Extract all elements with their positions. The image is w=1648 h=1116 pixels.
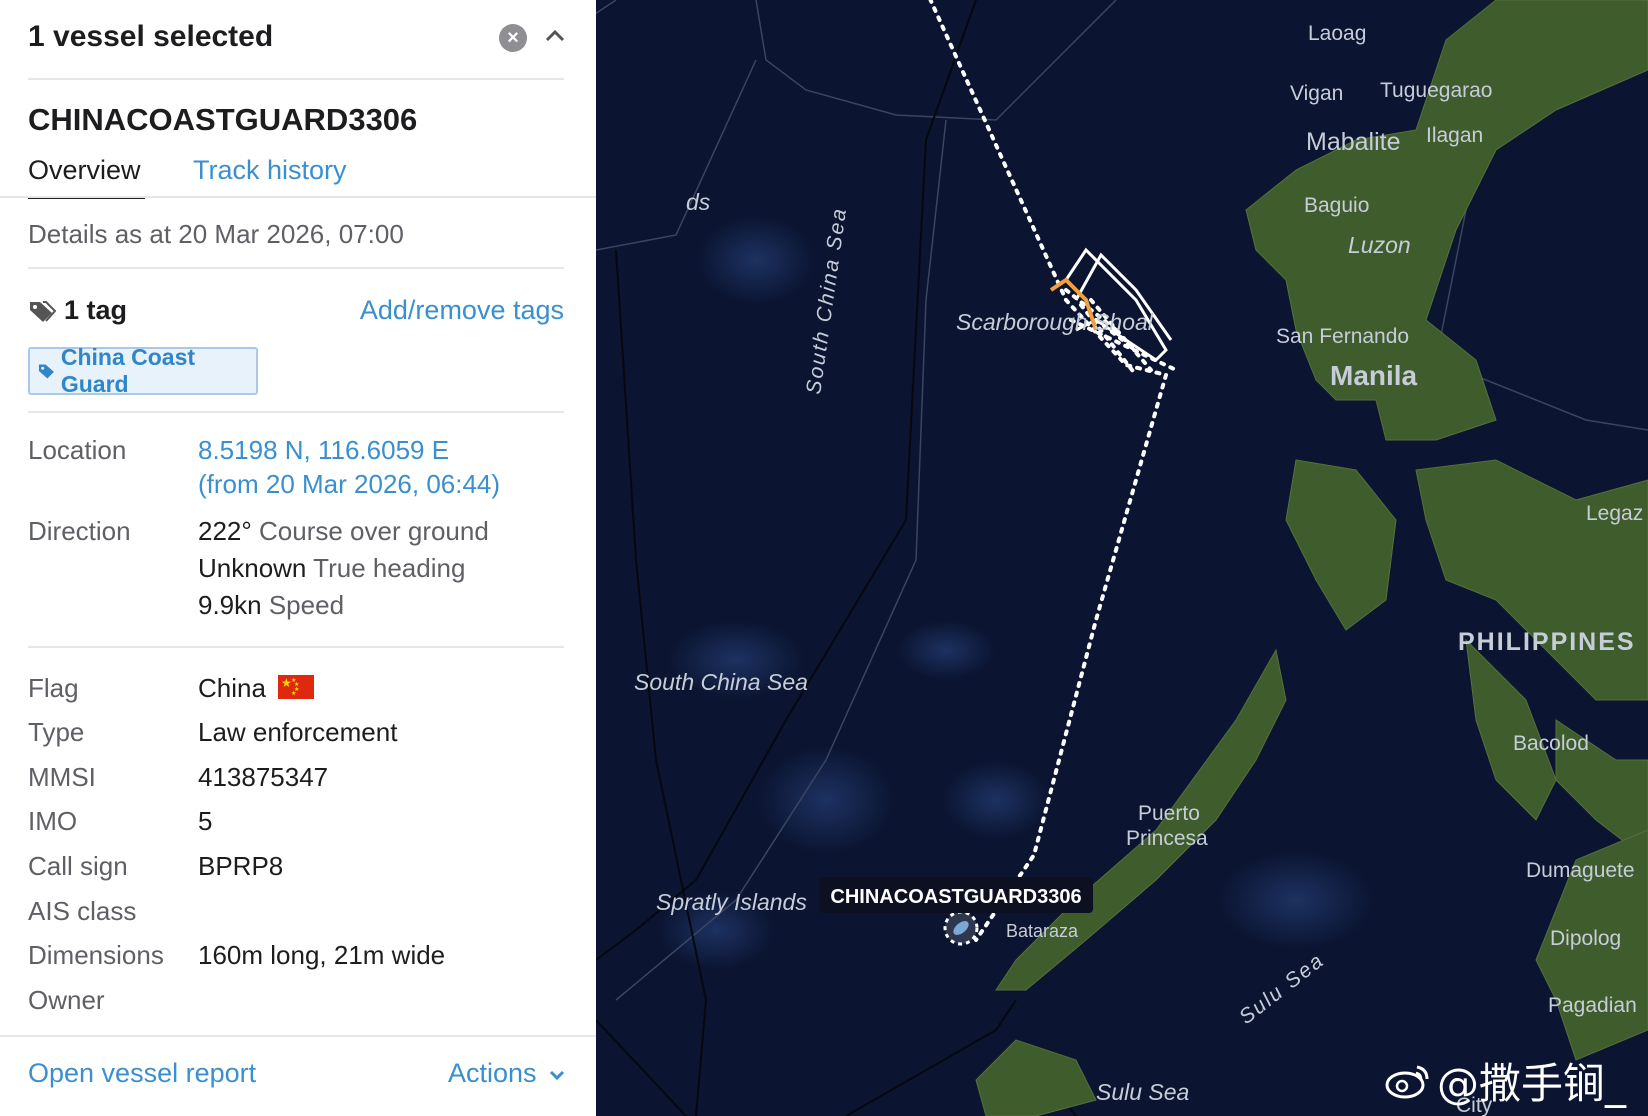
map-label-luzon: Luzon: [1348, 232, 1411, 258]
add-remove-tags-link[interactable]: Add/remove tags: [360, 295, 564, 326]
china-flag-icon: ★ ★ ★ ★ ★: [277, 675, 314, 700]
actions-dropdown[interactable]: Actions: [448, 1058, 566, 1089]
callsign-label: Call sign: [28, 851, 128, 881]
vessel-marker[interactable]: [943, 910, 979, 946]
map-label-bataraza: Bataraza: [1006, 921, 1079, 941]
map-label-baguio: Baguio: [1304, 194, 1369, 217]
map-label-san-fernando: San Fernando: [1276, 325, 1409, 348]
map-label-vigan: Vigan: [1290, 82, 1343, 105]
tag-chip-label: China Coast Guard: [60, 344, 196, 397]
course-label: Course over ground: [259, 516, 489, 546]
actions-label: Actions: [447, 1058, 537, 1088]
tag-chip-china-coast-guard[interactable]: China Coast Guard: [28, 344, 258, 397]
imo-label: IMO: [28, 806, 78, 836]
type-value: Law enforcement: [198, 717, 398, 747]
flag-value: China: [198, 673, 266, 703]
watermark-text: @撒手锏_: [1436, 1059, 1626, 1108]
footer-divider: [0, 1035, 596, 1037]
mmsi-label: MMSI: [28, 762, 96, 792]
vessel-name: CHINACOASTGUARD3306: [28, 102, 418, 137]
details-timestamp: Details as at 20 Mar 2026, 07:00: [28, 219, 404, 249]
course-value: 222°: [198, 516, 252, 546]
chevron-up-icon[interactable]: [541, 22, 569, 50]
tab-overview[interactable]: Overview: [28, 155, 141, 186]
vessel-map-label: CHINACOASTGUARD3306: [830, 886, 1081, 908]
location-value[interactable]: 8.5198 N, 116.6059 E: [198, 435, 449, 466]
direction-label: Direction: [28, 516, 131, 546]
dimensions-value: 160m long, 21m wide: [198, 940, 446, 970]
owner-label: Owner: [28, 985, 105, 1015]
selection-header: 1 vessel selected: [28, 20, 274, 53]
tag-count: 1 tag: [64, 295, 128, 325]
tabs-divider: [0, 196, 596, 198]
map-label-scarborough: Scarborough Shoal: [956, 309, 1154, 335]
map-label-dipolog: Dipolog: [1550, 927, 1621, 950]
map-label-bacolod: Bacolod: [1513, 732, 1589, 755]
weibo-logo-icon: [1385, 1065, 1429, 1098]
map-label-ds: ds: [686, 189, 711, 215]
map-label-princesa: Princesa: [1126, 827, 1208, 850]
tab-track-history[interactable]: Track history: [193, 155, 347, 186]
type-label: Type: [28, 717, 85, 747]
map-label-puerto: Puerto: [1138, 802, 1200, 825]
map-canvas[interactable]: CHINACOASTGUARD3306 ds South China Sea S…: [596, 0, 1648, 1116]
speed-label: Speed: [268, 590, 345, 620]
tag-icon: [38, 364, 54, 379]
dimensions-label: Dimensions: [28, 940, 164, 970]
map-label-sulu: Sulu Sea: [1096, 1079, 1189, 1105]
vessel-detail-panel: 1 vessel selected × CHINACOASTGUARD3306 …: [0, 0, 596, 1116]
location-time[interactable]: (from 20 Mar 2026, 06:44): [198, 469, 500, 500]
callsign-value: BPRP8: [198, 851, 284, 881]
divider: [28, 646, 564, 648]
divider: [28, 78, 564, 80]
mmsi-value: 413875347: [198, 762, 329, 792]
imo-value: 5: [198, 806, 213, 836]
divider: [28, 411, 564, 413]
flag-label: Flag: [28, 673, 79, 703]
map-label-spratly: Spratly Islands: [656, 889, 807, 915]
map-label-scs-horizontal: South China Sea: [634, 669, 808, 695]
weibo-watermark: @撒手锏_: [1385, 1050, 1626, 1111]
map-label-ilagan: Ilagan: [1426, 124, 1483, 147]
map-label-philippines: PHILIPPINES: [1458, 628, 1636, 656]
tags-icon: [30, 301, 56, 322]
divider: [28, 267, 564, 269]
map-view[interactable]: CHINACOASTGUARD3306 ds South China Sea S…: [596, 0, 1648, 1116]
open-vessel-report-link[interactable]: Open vessel report: [28, 1058, 256, 1089]
location-label: Location: [28, 435, 127, 465]
map-label-mabalite: Mabalite: [1306, 128, 1401, 156]
speed-row: 9.9kn Speed: [198, 590, 344, 621]
map-label-dumaguete: Dumaguete: [1526, 859, 1635, 882]
heading-row: Unknown True heading: [198, 553, 465, 584]
heading-label: True heading: [313, 553, 466, 583]
ais-class-label: AIS class: [28, 896, 137, 926]
speed-value: 9.9kn: [198, 590, 262, 620]
map-label-pagadian: Pagadian: [1548, 994, 1637, 1017]
map-label-manila: Manila: [1330, 360, 1418, 391]
map-label-tuguegarao: Tuguegarao: [1380, 79, 1492, 102]
course-row: 222° Course over ground: [198, 516, 489, 547]
heading-value: Unknown: [198, 553, 307, 583]
map-label-laoag: Laoag: [1308, 22, 1366, 45]
chevron-down-icon: [549, 1070, 565, 1081]
flag-row: China ★ ★ ★ ★ ★: [198, 673, 314, 704]
map-label-legaz: Legaz: [1586, 502, 1643, 525]
close-icon[interactable]: ×: [499, 24, 527, 52]
